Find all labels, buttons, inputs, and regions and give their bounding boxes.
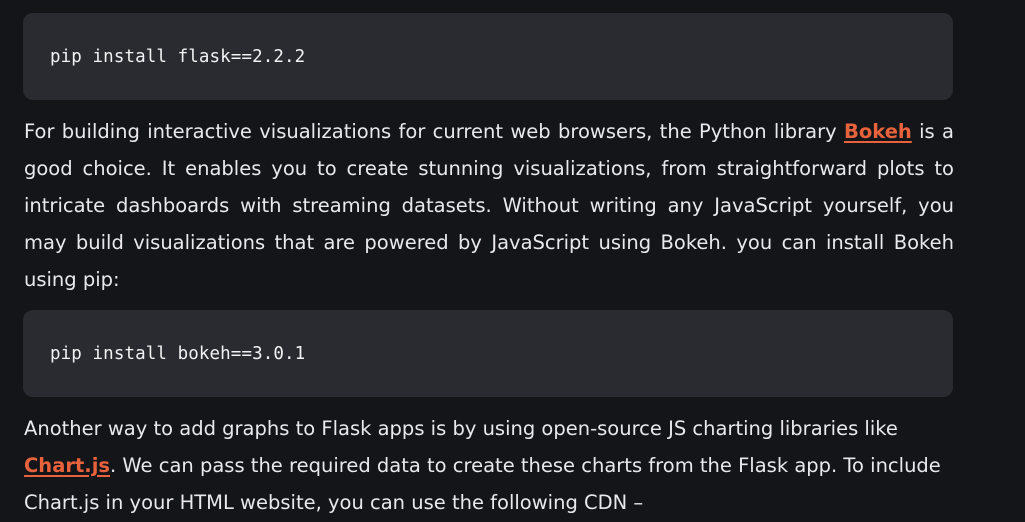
chartjs-link[interactable]: Chart.js xyxy=(24,454,110,477)
paragraph-line: good choice. It enables you to create st… xyxy=(24,157,954,180)
paragraph-line: Chart.js in your HTML website, you can u… xyxy=(24,491,644,514)
paragraph-line: Chart.js. We can pass the required data … xyxy=(24,447,954,484)
paragraph-line: For building interactive visualizations … xyxy=(24,113,954,150)
article-content: pip install flask==2.2.2 For building in… xyxy=(0,0,1025,522)
paragraph-line: may build visualizations that are powere… xyxy=(24,231,954,254)
code-text[interactable]: pip install bokeh==3.0.1 xyxy=(50,344,305,364)
code-block-bokeh-install[interactable]: pip install bokeh==3.0.1 xyxy=(23,310,953,397)
paragraph-line: using pip: xyxy=(24,268,120,291)
paragraph-text: For building interactive visualizations … xyxy=(24,120,844,143)
bokeh-link[interactable]: Bokeh xyxy=(844,120,912,143)
paragraph-chartjs: Another way to add graphs to Flask apps … xyxy=(24,410,954,521)
paragraph-text: . We can pass the required data to creat… xyxy=(110,454,941,477)
code-block-flask-install[interactable]: pip install flask==2.2.2 xyxy=(23,13,953,100)
code-text[interactable]: pip install flask==2.2.2 xyxy=(50,47,305,67)
paragraph-bokeh: For building interactive visualizations … xyxy=(24,113,954,298)
paragraph-text: is a xyxy=(911,120,954,143)
paragraph-line: Another way to add graphs to Flask apps … xyxy=(24,417,898,440)
paragraph-line: intricate dashboards with streaming data… xyxy=(24,194,954,217)
